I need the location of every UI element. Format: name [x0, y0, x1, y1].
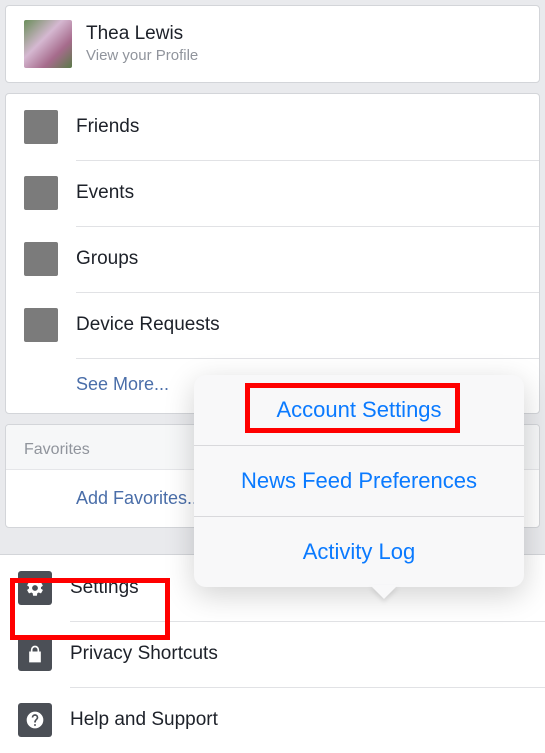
nav-card: Friends Events Groups Device Requests Se… [5, 93, 540, 414]
popover-activity-log[interactable]: Activity Log [194, 516, 524, 587]
gear-icon [18, 571, 52, 605]
nav-label: Friends [76, 116, 139, 138]
profile-name: Thea Lewis [86, 23, 198, 46]
nav-item-device-requests[interactable]: Device Requests [6, 292, 539, 358]
profile-row[interactable]: Thea Lewis View your Profile [6, 6, 539, 82]
device-requests-icon [24, 308, 58, 342]
nav-label: Groups [76, 248, 138, 270]
popover-news-feed-preferences[interactable]: News Feed Preferences [194, 445, 524, 516]
nav-item-events[interactable]: Events [6, 160, 539, 226]
nav-item-groups[interactable]: Groups [6, 226, 539, 292]
popover-account-settings[interactable]: Account Settings [194, 375, 524, 445]
friends-icon [24, 110, 58, 144]
profile-card[interactable]: Thea Lewis View your Profile [5, 5, 540, 83]
nav-item-friends[interactable]: Friends [6, 94, 539, 160]
nav-label: Events [76, 182, 134, 204]
lock-icon [18, 637, 52, 671]
avatar [24, 20, 72, 68]
settings-popover: Account Settings News Feed Preferences A… [194, 375, 524, 587]
help-support-row[interactable]: Help and Support [0, 687, 545, 753]
question-icon [18, 703, 52, 737]
popover-tail [370, 585, 398, 599]
nav-label: Device Requests [76, 314, 220, 336]
privacy-shortcuts-row[interactable]: Privacy Shortcuts [0, 621, 545, 687]
settings-label: Settings [70, 577, 139, 599]
help-label: Help and Support [70, 709, 218, 731]
privacy-label: Privacy Shortcuts [70, 643, 218, 665]
groups-icon [24, 242, 58, 276]
events-icon [24, 176, 58, 210]
profile-subtitle: View your Profile [86, 47, 198, 65]
